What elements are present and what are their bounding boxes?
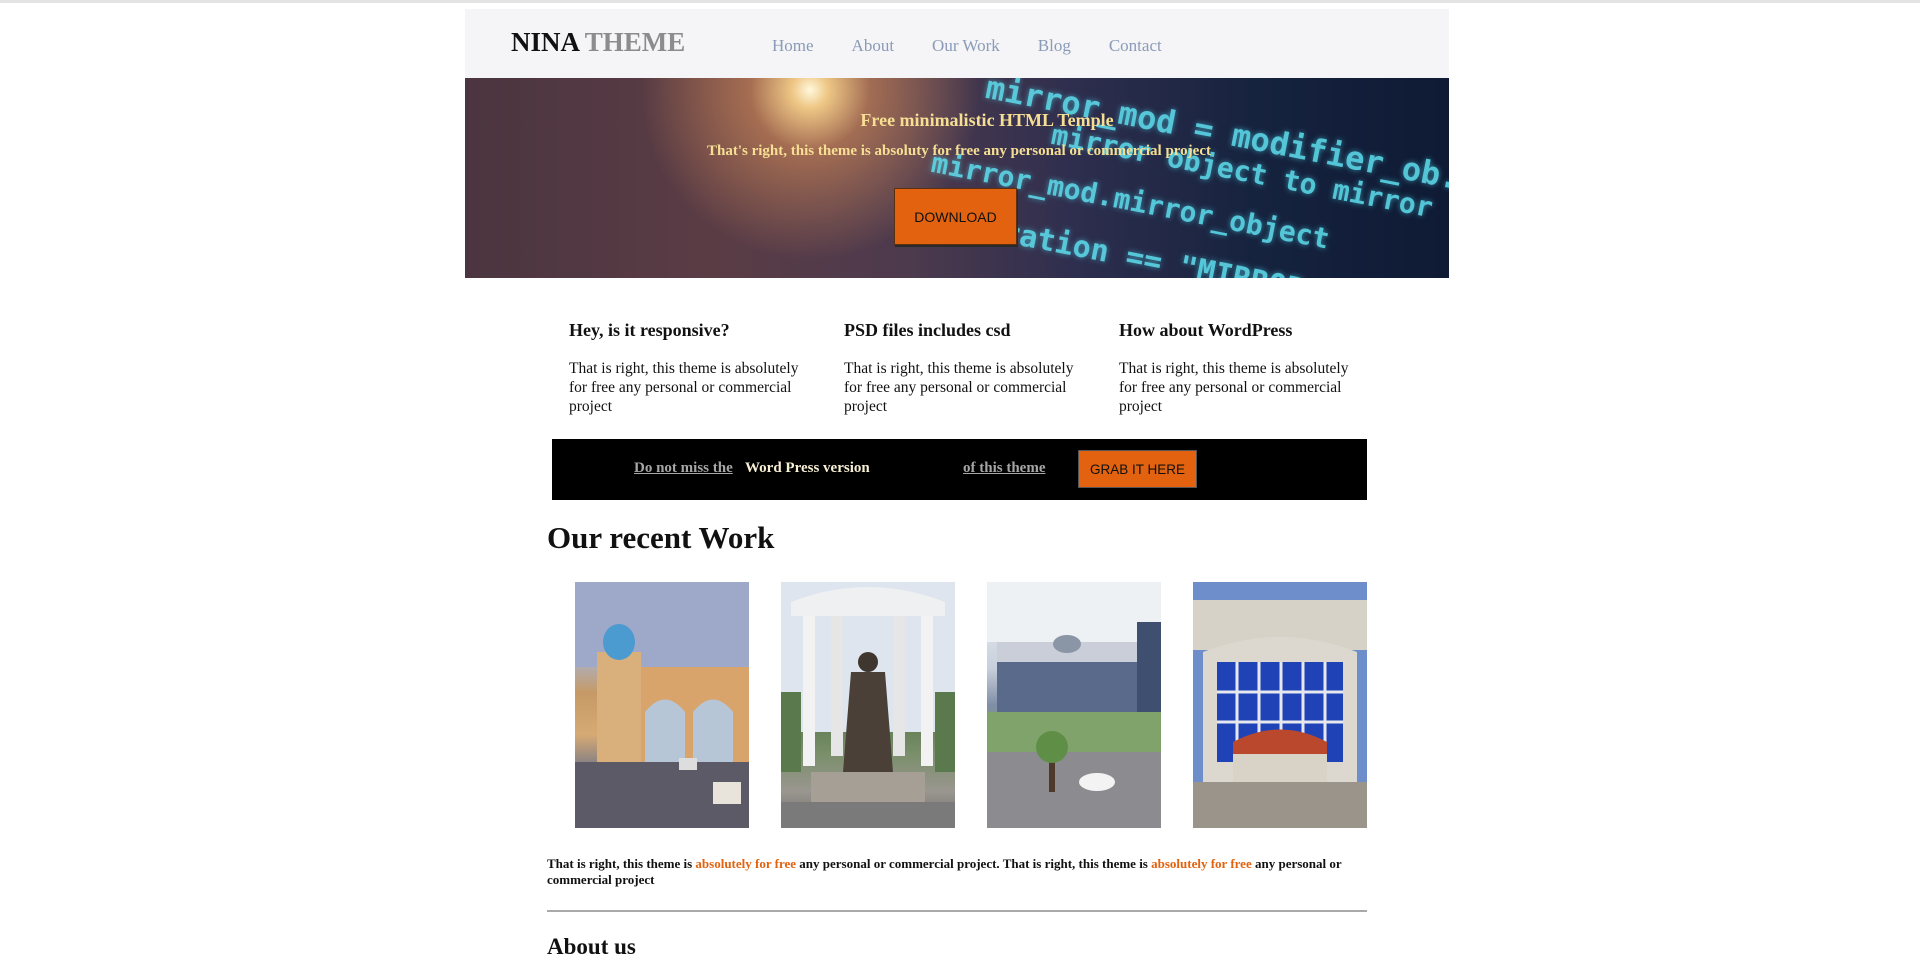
nav-contact[interactable]: Contact <box>1109 36 1162 56</box>
recent-work-title: Our recent Work <box>547 520 775 555</box>
grab-it-here-button[interactable]: GRAB IT HERE <box>1078 450 1197 488</box>
site-logo[interactable]: NINA THEME <box>511 27 685 58</box>
monument-photo[interactable] <box>781 582 955 828</box>
gate-photo[interactable] <box>575 582 749 828</box>
promo-link-of-this-theme[interactable]: of this theme <box>963 460 1046 477</box>
feature-psd: PSD files includes csd That is right, th… <box>844 320 1119 416</box>
description-highlight: absolutely for free <box>695 856 797 871</box>
hero-title: Free minimalistic HTML Temple <box>860 110 1114 130</box>
description-text: any personal or commercial project. That… <box>796 856 1152 871</box>
feature-text: That is right, this theme is absolutely … <box>1119 360 1349 415</box>
promo-link-do-not-miss[interactable]: Do not miss the <box>634 460 733 477</box>
nav-about[interactable]: About <box>852 36 895 56</box>
promo-wordpress-text: Word Press version <box>745 460 870 476</box>
main-nav: Home About Our Work Blog Contact <box>772 36 1200 56</box>
taj-mahal-building-photo[interactable] <box>1193 582 1367 828</box>
nav-blog[interactable]: Blog <box>1038 36 1071 56</box>
feature-wordpress: How about WordPress That is right, this … <box>1119 320 1394 416</box>
features-row: Hey, is it responsive? That is right, th… <box>569 320 1394 416</box>
site-header: NINA THEME Home About Our Work Blog Cont… <box>465 9 1449 78</box>
feature-title: Hey, is it responsive? <box>569 320 730 340</box>
logo-word-theme: THEME <box>584 27 686 57</box>
section-divider <box>547 910 1367 912</box>
feature-text: That is right, this theme is absolutely … <box>844 360 1074 415</box>
about-us-title: About us <box>547 934 636 959</box>
feature-responsive: Hey, is it responsive? That is right, th… <box>569 320 844 416</box>
recent-work-description: That is right, this theme is absolutely … <box>547 856 1367 888</box>
hero-banner: mirror_mod = modifier_ob. mirror object … <box>465 78 1449 278</box>
download-button[interactable]: DOWNLOAD <box>894 188 1017 245</box>
feature-title: How about WordPress <box>1119 320 1293 340</box>
top-border <box>0 0 1920 3</box>
wordpress-promo-banner: Do not miss the Word Press version of th… <box>552 439 1367 500</box>
description-text: That is right, this theme is <box>547 856 696 871</box>
logo-word-nina: NINA <box>511 27 579 57</box>
nav-home[interactable]: Home <box>772 36 814 56</box>
hero-subtitle: That's right, this theme is absoluty for… <box>707 143 1211 159</box>
nav-our-work[interactable]: Our Work <box>932 36 1000 56</box>
building-photo[interactable] <box>987 582 1161 828</box>
description-highlight: absolutely for free <box>1151 856 1252 871</box>
feature-text: That is right, this theme is absolutely … <box>569 360 799 415</box>
feature-title: PSD files includes csd <box>844 320 1011 340</box>
